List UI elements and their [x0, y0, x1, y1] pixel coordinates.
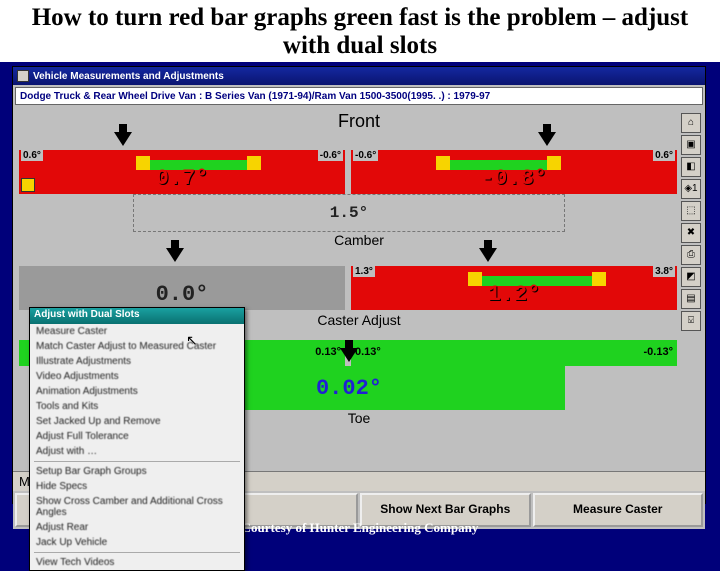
caster-row: 0.0° 1.3° 3.8° 1.2° [13, 266, 705, 310]
tool-button[interactable]: ⌂ [681, 113, 701, 133]
toe-mid-spec: 0.13° [355, 346, 381, 358]
window-titlebar: Vehicle Measurements and Adjustments [13, 67, 705, 85]
spec-high: 3.8° [653, 266, 675, 277]
camber-left-gauge: 0.6° -0.6° 0.7° [19, 150, 345, 194]
menu-item[interactable]: Setup Bar Graph Groups [30, 464, 244, 479]
toe-right-spec: -0.13° [644, 346, 673, 358]
vehicle-description: Dodge Truck & Rear Wheel Drive Van : B S… [20, 91, 490, 102]
right-toolbar: ⌂ ▣ ◧ ◈1 ⬚ ✖ ⎙ ◩ ▤ ⍌ [681, 113, 703, 331]
tool-button[interactable]: ◧ [681, 157, 701, 177]
menu-item[interactable]: Hide Specs [30, 479, 244, 494]
caster-left-gauge: 0.0° [19, 266, 345, 310]
tool-button[interactable]: ⍌ [681, 311, 701, 331]
menu-separator [34, 552, 240, 553]
camber-cross-gauge: 1.5° [133, 194, 565, 232]
adjust-icon[interactable] [21, 178, 35, 192]
camber-right-gauge: -0.6° 0.6° -0.8° [351, 150, 677, 194]
camber-cross-value: 1.5° [133, 204, 565, 222]
camber-right-value: -0.8° [351, 166, 677, 191]
indicator-arrow-icon [479, 248, 497, 262]
popup-title: Adjust with Dual Slots [30, 308, 244, 324]
tool-button[interactable]: ▤ [681, 289, 701, 309]
camber-row: 0.6° -0.6° 0.7° -0.6° 0.6° -0.8° [13, 150, 705, 194]
camber-label: Camber [13, 232, 705, 248]
menu-item[interactable]: View Tech Videos [30, 555, 244, 570]
adjust-context-menu: Adjust with Dual Slots ↖ Measure Caster … [29, 307, 245, 571]
indicator-arrow-icon [166, 248, 184, 262]
caster-right-value: 1.2° [351, 282, 677, 307]
menu-item[interactable]: Show Cross Camber and Additional Cross A… [30, 494, 244, 520]
menu-item[interactable]: Animation Adjustments [30, 384, 244, 399]
indicator-arrow-icon [114, 132, 132, 146]
app-icon [17, 70, 29, 82]
menu-item[interactable]: Tools and Kits [30, 399, 244, 414]
caster-right-gauge: 1.3° 3.8° 1.2° [351, 266, 677, 310]
menu-item[interactable]: Adjust Full Tolerance [30, 429, 244, 444]
tool-button[interactable]: ⬚ [681, 201, 701, 221]
tool-button[interactable]: ▣ [681, 135, 701, 155]
menu-item[interactable]: Jack Up Vehicle [30, 535, 244, 550]
menu-item[interactable]: Adjust with … [30, 444, 244, 459]
front-label: Front [13, 111, 705, 132]
tool-button[interactable]: ✖ [681, 223, 701, 243]
tool-button[interactable]: ◈1 [681, 179, 701, 199]
slide-title: How to turn red bar graphs green fast is… [0, 0, 720, 62]
spec-high: 0.6° [653, 150, 675, 161]
toe-right-gauge: 0.13° -0.13° [351, 340, 677, 366]
tool-button[interactable]: ⎙ [681, 245, 701, 265]
toe-left-spec: 0.13° [315, 346, 341, 358]
window-title: Vehicle Measurements and Adjustments [33, 71, 224, 82]
menu-separator [34, 461, 240, 462]
spec-low: 1.3° [353, 266, 375, 277]
camber-left-value: 0.7° [19, 166, 345, 191]
spec-low: 0.6° [21, 150, 43, 161]
tool-button[interactable]: ◩ [681, 267, 701, 287]
indicator-arrow-icon [340, 348, 358, 362]
vehicle-description-bar: Dodge Truck & Rear Wheel Drive Van : B S… [15, 87, 703, 105]
indicator-arrow-icon [538, 132, 556, 146]
menu-item[interactable]: Adjust Rear [30, 520, 244, 535]
menu-item[interactable]: Measure Caster [30, 324, 244, 339]
menu-item[interactable]: Match Caster Adjust to Measured Caster [30, 339, 244, 354]
menu-item[interactable]: Illustrate Adjustments [30, 354, 244, 369]
app-window: Vehicle Measurements and Adjustments Dod… [12, 66, 706, 504]
menu-item[interactable]: Set Jacked Up and Remove [30, 414, 244, 429]
caster-left-value: 0.0° [19, 282, 345, 307]
spec-low: -0.6° [353, 150, 378, 161]
menu-item[interactable]: Video Adjustments [30, 369, 244, 384]
spec-high: -0.6° [318, 150, 343, 161]
